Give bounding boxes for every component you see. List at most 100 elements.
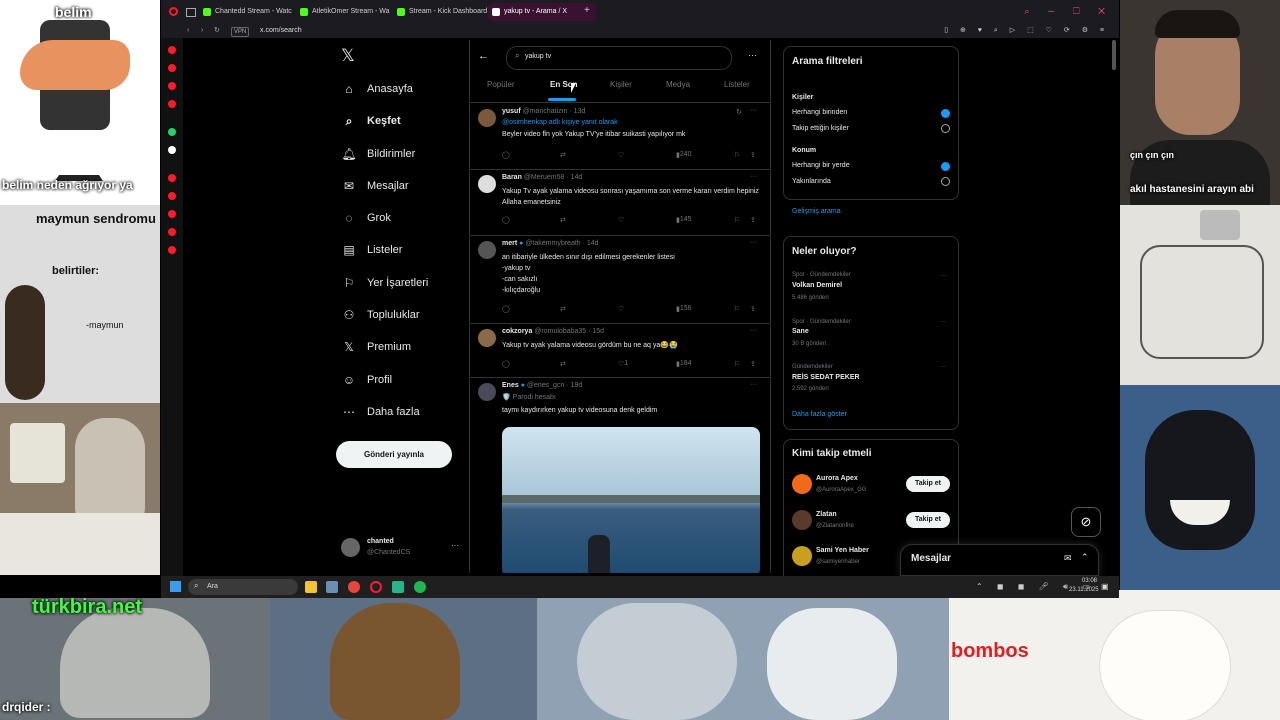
reply-context[interactable]: @osimhenkap adlı kişiye yanıt olarak <box>502 119 618 126</box>
radio-unchecked-icon[interactable] <box>941 124 950 133</box>
trend-more-icon[interactable]: ··· <box>940 273 946 279</box>
forward-arrow-icon[interactable]: › <box>201 24 203 38</box>
suggest-name[interactable]: Zlatan <box>816 511 837 518</box>
x-logo-icon[interactable]: 𝕏 <box>341 46 355 66</box>
avatar[interactable] <box>792 510 812 530</box>
sidebar-icon[interactable] <box>168 174 176 182</box>
steam-icon[interactable] <box>326 581 338 593</box>
vpn-badge[interactable]: VPN <box>231 27 250 37</box>
messages-drawer[interactable]: Mesajlar ✉ ⌃ <box>900 544 1099 576</box>
opera-logo-icon[interactable] <box>169 7 178 16</box>
grok-float-icon[interactable]: ⊘ <box>1071 507 1101 537</box>
search-input[interactable]: ⌕ yakup tv <box>506 46 732 70</box>
reload-icon[interactable]: ↻ <box>214 24 220 38</box>
search-more-icon[interactable]: ··· <box>748 50 757 60</box>
filter-option[interactable]: Takip ettiğin kişiler <box>792 125 849 132</box>
tab-overview-icon[interactable] <box>186 8 196 17</box>
sidebar-icon[interactable] <box>168 100 176 108</box>
views-icon[interactable]: ▮ 240 <box>676 151 692 159</box>
trend-name[interactable]: REİS SEDAT PEKER <box>792 374 860 381</box>
nav-home[interactable]: ⌂ Anasayfa <box>341 79 413 99</box>
like-icon[interactable]: ♡ 1 <box>618 360 628 368</box>
clock-time[interactable]: 03:08 <box>1082 578 1097 584</box>
retweet-icon[interactable]: ⇄ <box>560 216 566 224</box>
tweet[interactable]: mert ● @takemmybreath · 14d an itibariyl… <box>470 235 770 324</box>
retweet-icon[interactable]: ⇄ <box>560 360 566 368</box>
app-icon[interactable] <box>392 581 404 593</box>
sidebar-icon[interactable] <box>168 210 176 218</box>
tab-lists[interactable]: Listeler <box>724 74 750 102</box>
post-button[interactable]: Gönderi yayınla <box>336 441 452 468</box>
filter-option[interactable]: Herhangi bir yerde <box>792 162 850 169</box>
sidebar-icon[interactable] <box>168 82 176 90</box>
bookmark-icon[interactable]: ⚐ <box>734 216 740 224</box>
bookmark-icon[interactable]: ⚐ <box>734 305 740 313</box>
views-icon[interactable]: ▮ 156 <box>676 305 692 313</box>
retweet-icon[interactable]: ⇄ <box>560 305 566 313</box>
tweet[interactable]: cokzorya @romulobaba35 · 15d Yakup tv ay… <box>470 323 770 378</box>
sidebar-icon[interactable] <box>168 192 176 200</box>
sidebar-icon[interactable] <box>168 228 176 236</box>
tab-kick-dashboard[interactable]: Stream - Kick Dashboard <box>393 3 501 21</box>
nav-explore[interactable]: ⌕ Keşfet <box>341 111 401 131</box>
back-button[interactable]: ← <box>478 50 489 62</box>
x-sidebar-icon[interactable] <box>168 146 176 154</box>
trend-name[interactable]: Sane <box>792 328 809 335</box>
tweet[interactable]: Baran @Meruem58 · 14d Yakup Tv ayak yala… <box>470 169 770 236</box>
sidebar-icon[interactable] <box>168 46 176 54</box>
retweet-icon[interactable]: ⇄ <box>560 151 566 159</box>
windows-start-icon[interactable] <box>170 581 181 592</box>
filter-option[interactable]: Herhangi birinden <box>792 109 847 116</box>
tab-media[interactable]: Medya <box>666 74 690 102</box>
tweet[interactable]: yusuf @marichatizm · 13d @osimhenkap adl… <box>470 103 770 170</box>
nav-premium[interactable]: 𝕏 Premium <box>341 337 411 357</box>
filter-option[interactable]: Yakınlarında <box>792 178 831 185</box>
new-message-icon[interactable]: ✉ <box>1064 553 1072 564</box>
nav-messages[interactable]: ✉ Mesajlar <box>341 176 409 196</box>
nav-more[interactable]: ⋯ Daha fazla <box>341 402 420 422</box>
account-more-icon[interactable]: ··· <box>451 541 459 550</box>
tweet-author[interactable]: Enes <box>502 382 519 389</box>
tab-people[interactable]: Kişiler <box>610 74 632 102</box>
nav-notifications[interactable]: 🔔︎ Bildirimler <box>341 144 415 164</box>
advanced-search-link[interactable]: Gelişmiş arama <box>792 208 841 215</box>
avatar[interactable] <box>478 241 496 259</box>
file-explorer-icon[interactable] <box>305 581 317 593</box>
new-tab-button[interactable]: + <box>584 5 590 16</box>
reply-icon[interactable]: ◯ <box>502 305 510 313</box>
tweet-author[interactable]: Baran <box>502 174 522 181</box>
tweet-author[interactable]: yusuf <box>502 108 521 115</box>
views-icon[interactable]: ▮ 184 <box>676 360 692 368</box>
share-icon[interactable]: ⇪ <box>750 305 756 313</box>
tweet-author[interactable]: cokzorya <box>502 328 532 335</box>
avatar[interactable] <box>792 474 812 494</box>
clock-date[interactable]: 23.11.2025 <box>1069 587 1099 593</box>
views-icon[interactable]: ▮ 145 <box>676 216 692 224</box>
sidebar-icon[interactable] <box>168 246 176 254</box>
tweet-more-icon[interactable]: ··· <box>750 381 757 388</box>
radio-unchecked-icon[interactable] <box>941 177 950 186</box>
trend-name[interactable]: Volkan Demirel <box>792 282 842 289</box>
nav-lists[interactable]: ▤ Listeler <box>341 240 402 260</box>
tweet[interactable]: Enes ● @enes_gcn · 19d 🛡️ Parodi hesabı … <box>470 377 770 573</box>
reply-icon[interactable]: ◯ <box>502 151 510 159</box>
avatar[interactable] <box>478 175 496 193</box>
share-icon[interactable]: ⇪ <box>750 360 756 368</box>
taskbar-search[interactable]: ⌕ Ara <box>188 579 298 595</box>
expand-icon[interactable]: ⌃ <box>1081 552 1089 563</box>
reply-icon[interactable]: ◯ <box>502 216 510 224</box>
spotify-icon[interactable] <box>414 581 426 593</box>
tweet-video[interactable] <box>502 427 760 573</box>
grok-icon[interactable]: ↻ <box>736 108 742 116</box>
tweet-more-icon[interactable]: ··· <box>750 173 757 180</box>
tab-x-search[interactable]: yakup tv - Arama / X <box>488 3 596 21</box>
like-icon[interactable]: ♡ <box>618 305 624 313</box>
tab-atletikomer[interactable]: AtletikOmer Stream - Wa <box>296 3 404 21</box>
trend-more-icon[interactable]: ··· <box>940 364 946 370</box>
opera-icon[interactable] <box>370 581 382 593</box>
tweet-more-icon[interactable]: ··· <box>750 107 757 114</box>
bookmark-icon[interactable]: ⚐ <box>734 360 740 368</box>
reply-icon[interactable]: ◯ <box>502 360 510 368</box>
suggest-name[interactable]: Aurora Apex <box>816 475 858 482</box>
avatar[interactable] <box>478 329 496 347</box>
